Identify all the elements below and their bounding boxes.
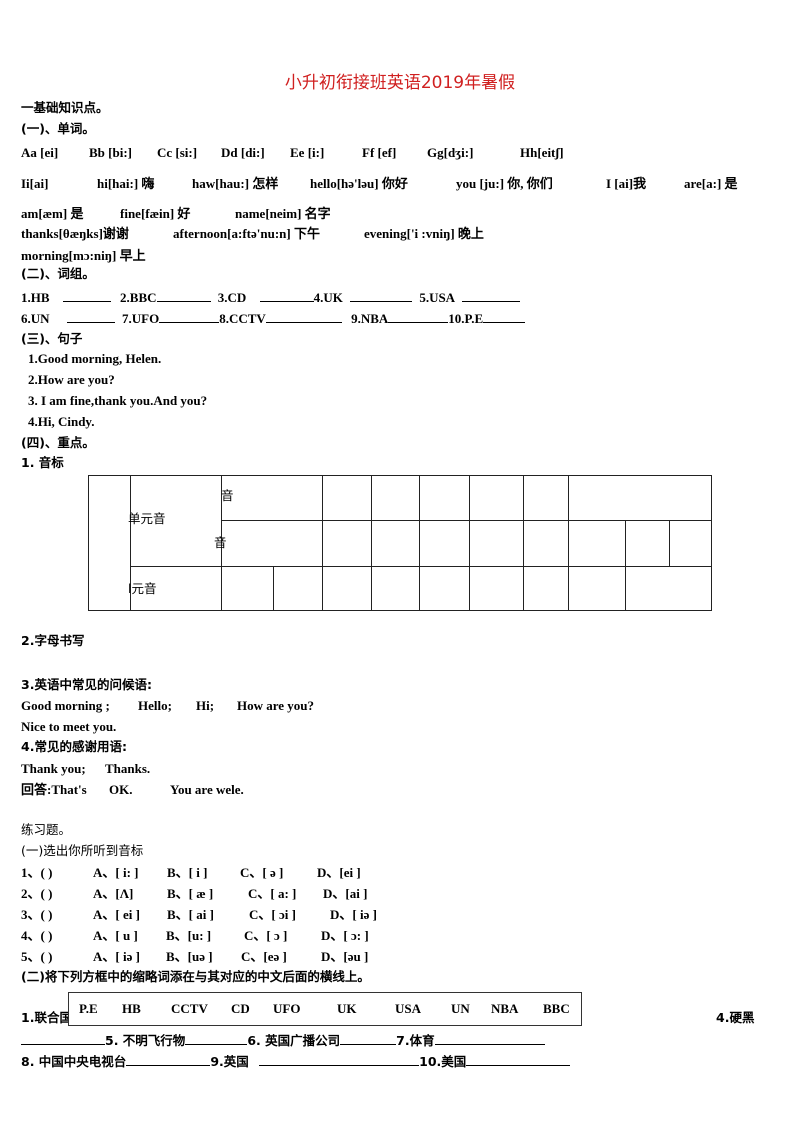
point-greetings: 3.英语中常见的问候语: (21, 677, 152, 692)
fill-item: 1.联合国 (21, 1010, 72, 1025)
question-row: 5、( ) (21, 949, 53, 964)
greeting: Hello; (138, 698, 172, 713)
fill-line-3: 8. 中国中央电视台 9.英国 10.美国 (21, 1053, 571, 1070)
point-thanks: 4.常见的感谢用语: (21, 739, 127, 754)
greeting: Hi; (196, 698, 215, 713)
abbr: UN (451, 1001, 470, 1016)
abbr: USA (395, 1001, 422, 1016)
option: C、[ a: ] (248, 886, 297, 901)
option: C、[ ɔ ] (244, 928, 288, 943)
option: D、[əu ] (321, 949, 369, 964)
option: C、[ ɔi ] (249, 907, 296, 922)
option: D、[ ɔ: ] (321, 928, 369, 943)
abbr: UFO (273, 1001, 301, 1016)
answer: 回答:That's (21, 782, 87, 797)
option: A、[ ei ] (93, 907, 140, 922)
exercise-heading: 练习题。 (21, 822, 72, 837)
exercise-q1: (一)选出你所听到音标 (21, 843, 144, 858)
option: B、[ æ ] (167, 886, 214, 901)
option: A、[ i: ] (93, 865, 139, 880)
abbr: P.E (79, 1001, 98, 1016)
option: A、[ u ] (93, 928, 138, 943)
question-row: 3、( ) (21, 907, 53, 922)
abbr: HB (122, 1001, 141, 1016)
greeting: Good morning ; (21, 698, 110, 713)
question-row: 1、( ) (21, 865, 53, 880)
option: C、[ ə ] (240, 865, 284, 880)
table-label: 音 (214, 535, 226, 550)
option: A、[ iə ] (93, 949, 140, 964)
abbr: BBC (543, 1001, 570, 1016)
answer: OK. (109, 782, 133, 797)
greeting: Nice to meet you. (21, 719, 117, 734)
point-letters: 2.字母书写 (21, 633, 85, 648)
abbr: UK (337, 1001, 357, 1016)
option: D、[ iə ] (330, 907, 377, 922)
abbr: CCTV (171, 1001, 208, 1016)
option: B、[ ai ] (167, 907, 214, 922)
greeting: How are you? (237, 698, 315, 713)
question-row: 2、( ) (21, 886, 53, 901)
option: B、[ i ] (167, 865, 208, 880)
abbreviation-box: P.E HB CCTV CD UFO UK USA UN NBA BBC (68, 992, 582, 1026)
fill-line-2: 5. 不明飞行物 6. 英国广播公司 7.体育 (21, 1032, 545, 1049)
option: A、[Λ] (93, 886, 134, 901)
answer: You are wele. (170, 782, 244, 797)
table-label-single-vowels: 单元音 (128, 511, 166, 526)
option: B、[u: ] (166, 928, 212, 943)
exercise-q2: (二)将下列方框中的缩略词添在与其对应的中文后面的横线上。 (21, 969, 370, 984)
option: D、[ai ] (323, 886, 368, 901)
abbr: CD (231, 1001, 250, 1016)
table-label-double-vowels: l元音 (128, 581, 157, 596)
thanks-phrase: Thank you; (21, 761, 86, 776)
table-label: 音 (221, 488, 234, 503)
abbr: NBA (491, 1001, 519, 1016)
option: D、[ei ] (317, 865, 361, 880)
phonetics-table-grid (88, 475, 712, 611)
option: B、[uə ] (166, 949, 213, 964)
fill-item: 4.硬黑 (716, 1010, 755, 1025)
thanks-phrase: Thanks. (105, 761, 151, 776)
question-row: 4、( ) (21, 928, 53, 943)
document-page: 小升初衔接班英语2019年暑假 一基础知识点。 (一)、单词。 Aa [ei] … (0, 0, 800, 1138)
option: C、[eə ] (241, 949, 287, 964)
